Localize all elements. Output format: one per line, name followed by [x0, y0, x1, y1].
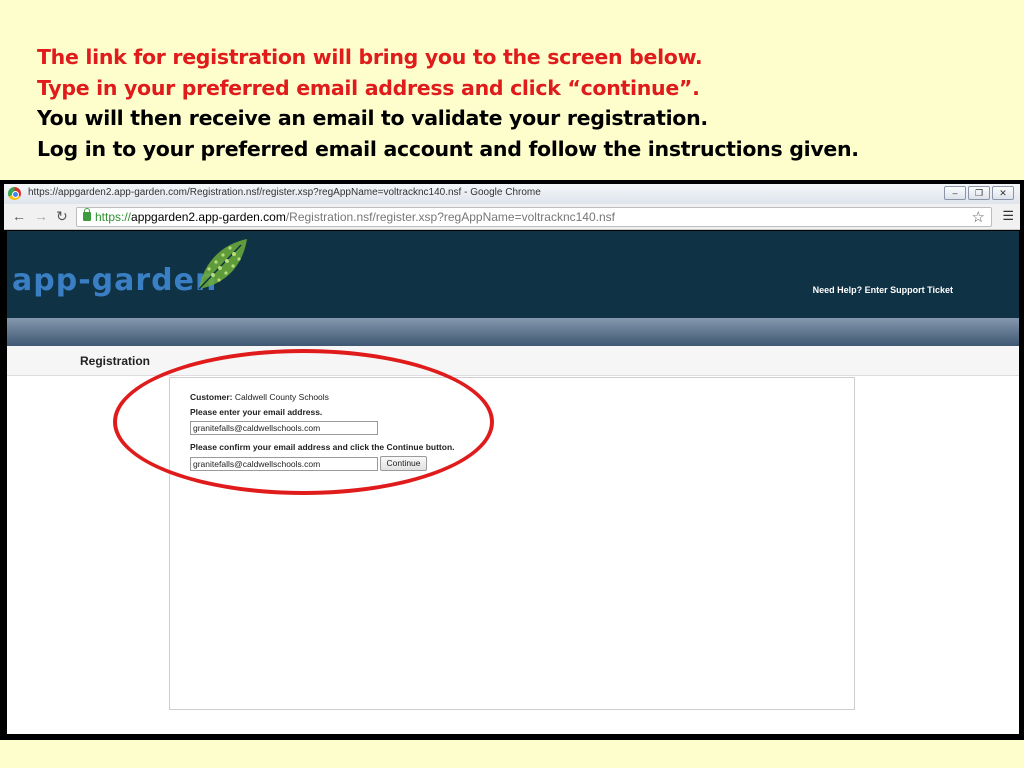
- customer-row: Customer: Caldwell County Schools: [190, 392, 329, 402]
- confirm-prompt: Please confirm your email address and cl…: [190, 442, 455, 452]
- support-ticket-link[interactable]: Need Help? Enter Support Ticket: [813, 285, 953, 295]
- caption-line-4: Log in to your preferred email account a…: [37, 136, 859, 161]
- lock-icon: [83, 208, 91, 221]
- caption-line-1: The link for registration will bring you…: [37, 45, 703, 69]
- reload-icon[interactable]: ↻: [56, 208, 68, 225]
- web-page: app-garden Need Help? Enter Support Tick…: [7, 231, 1019, 734]
- leaf-logo-icon: [198, 239, 247, 290]
- chrome-icon: [8, 187, 21, 200]
- url-path: /Registration.nsf/register.xsp?regAppNam…: [285, 210, 615, 224]
- star-icon[interactable]: ☆: [972, 208, 985, 226]
- window-title: https://appgarden2.app-garden.com/Regist…: [28, 187, 541, 198]
- url-scheme: https://: [95, 210, 132, 224]
- instruction-caption: The link for registration will bring you…: [37, 42, 859, 164]
- page-title: Registration: [80, 354, 151, 368]
- close-icon[interactable]: ✕: [992, 186, 1014, 200]
- menu-icon[interactable]: ☰: [1002, 208, 1014, 224]
- customer-label: Customer:: [190, 392, 233, 402]
- registration-bar: Registration: [7, 346, 1019, 376]
- registration-panel: Customer: Caldwell County Schools Please…: [169, 377, 855, 710]
- back-icon[interactable]: ←: [12, 208, 26, 224]
- logo-text-app: app: [12, 263, 79, 298]
- caption-line-3: You will then receive an email to valida…: [37, 106, 708, 130]
- minimize-icon[interactable]: –: [944, 186, 966, 200]
- forward-icon[interactable]: →: [34, 208, 48, 224]
- restore-icon[interactable]: ❐: [968, 186, 990, 200]
- site-logo[interactable]: app-garden: [12, 263, 217, 298]
- continue-button[interactable]: Continue: [380, 456, 427, 471]
- window-controls: – ❐ ✕: [944, 186, 1014, 200]
- caption-line-2: Type in your preferred email address and…: [37, 75, 700, 100]
- browser-toolbar: ← → ↻ https://appgarden2.app-garden.com/…: [4, 204, 1020, 230]
- logo-text-dash: -: [78, 263, 92, 298]
- email-input[interactable]: granitefalls@caldwellschools.com: [190, 421, 378, 435]
- customer-value: Caldwell County Schools: [234, 392, 329, 402]
- address-url[interactable]: https://appgarden2.app-garden.com/Regist…: [95, 210, 615, 224]
- browser-titlebar: https://appgarden2.app-garden.com/Regist…: [4, 184, 1020, 204]
- navigation-band: [7, 318, 1019, 346]
- confirm-email-input[interactable]: granitefalls@caldwellschools.com: [190, 457, 378, 471]
- address-bar[interactable]: https://appgarden2.app-garden.com/Regist…: [76, 207, 992, 227]
- site-header: app-garden Need Help? Enter Support Tick…: [7, 231, 1019, 318]
- url-host: appgarden2.app-garden.com: [131, 210, 286, 224]
- email-prompt: Please enter your email address.: [190, 407, 323, 417]
